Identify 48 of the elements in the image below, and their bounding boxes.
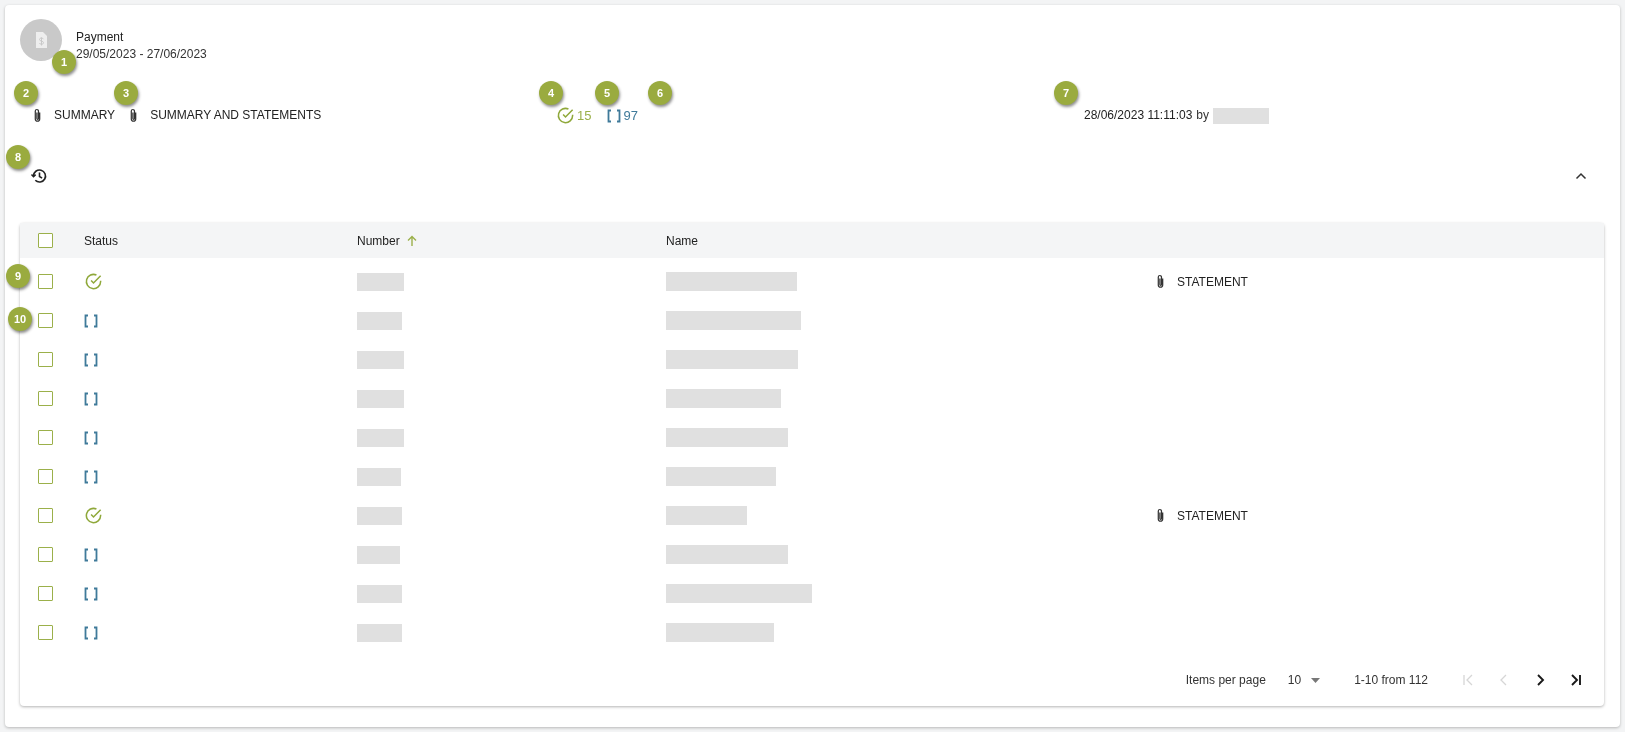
redacted-block bbox=[357, 545, 400, 564]
timestamp: 28/06/2023 11:11:03 bbox=[1084, 108, 1193, 123]
paperclip-icon bbox=[1156, 274, 1165, 289]
column-header: Number bbox=[357, 232, 400, 250]
count-label: 15 bbox=[577, 108, 592, 123]
items-per-page-label: Items per page bbox=[1185, 672, 1266, 689]
checkbox[interactable] bbox=[38, 391, 53, 406]
paperclip-icon bbox=[33, 108, 42, 123]
redacted-block bbox=[357, 272, 404, 291]
redacted-block bbox=[357, 311, 402, 330]
count-label: 97 bbox=[623, 108, 638, 123]
redacted-block bbox=[357, 467, 401, 486]
paperclip-icon bbox=[129, 108, 139, 123]
redacted-block bbox=[357, 389, 404, 408]
checkbox[interactable] bbox=[38, 547, 53, 562]
caret-icon bbox=[1311, 677, 1321, 683]
checkbox[interactable] bbox=[38, 430, 53, 445]
paperclip-icon bbox=[1156, 508, 1165, 523]
attachment-link[interactable]: STATEMENT bbox=[1156, 272, 1248, 291]
attachment-link[interactable]: SUMMARY AND STATEMENTS bbox=[129, 108, 322, 123]
redacted-block bbox=[357, 350, 404, 369]
redacted-block bbox=[357, 506, 402, 525]
redacted-block bbox=[1213, 107, 1269, 124]
page-range: 1-10 from 112 bbox=[1354, 672, 1428, 689]
collapse-chevron-icon[interactable] bbox=[1575, 172, 1587, 180]
last-page-icon[interactable] bbox=[1569, 673, 1583, 687]
checkbox[interactable] bbox=[38, 313, 53, 328]
checkbox[interactable] bbox=[38, 469, 53, 484]
checkbox[interactable] bbox=[38, 352, 53, 367]
redacted-block bbox=[357, 584, 402, 603]
by-label: by bbox=[1196, 108, 1209, 123]
date-range: 29/05/2023 - 27/06/2023 bbox=[76, 46, 207, 63]
attachment-link[interactable]: STATEMENT bbox=[1156, 506, 1248, 525]
redacted-block bbox=[357, 623, 402, 642]
checkbox[interactable] bbox=[38, 586, 53, 601]
attachment-link[interactable]: SUMMARY bbox=[33, 108, 116, 123]
checkbox[interactable] bbox=[38, 508, 53, 523]
column-header: Status bbox=[84, 232, 119, 250]
redacted-block bbox=[357, 428, 404, 447]
sort-arrow-icon[interactable] bbox=[405, 234, 418, 247]
checkbox[interactable] bbox=[38, 625, 53, 640]
document-dollar-icon bbox=[20, 19, 62, 61]
column-header: Name bbox=[666, 232, 698, 250]
history-icon[interactable] bbox=[30, 167, 48, 185]
report-title: Payment bbox=[76, 29, 125, 46]
page-size-select[interactable]: 10 bbox=[1287, 671, 1321, 689]
checkbox[interactable] bbox=[38, 233, 53, 248]
checkbox[interactable] bbox=[38, 274, 53, 289]
